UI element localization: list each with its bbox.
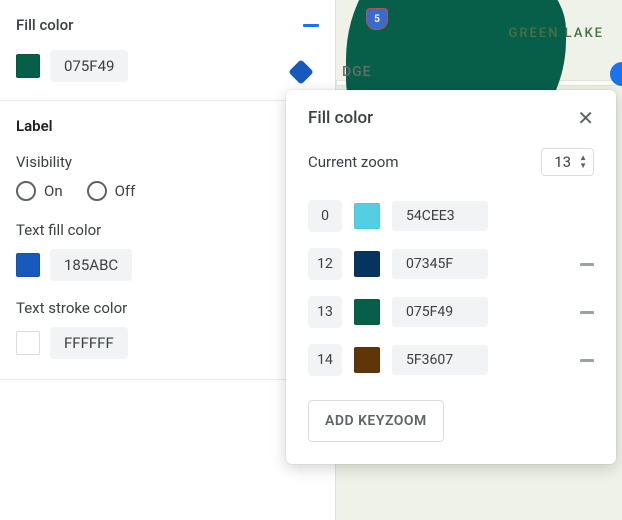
color-swatch[interactable] (16, 54, 40, 78)
keyzoom-zoom-level[interactable]: 14 (308, 344, 342, 376)
radio-icon (87, 181, 107, 201)
radio-icon (16, 181, 36, 201)
color-swatch[interactable] (354, 203, 380, 229)
current-zoom-label: Current zoom (308, 153, 399, 171)
keyzoom-row: 14 5F3607 (308, 344, 594, 376)
keyzoom-row: 0 54CEE3 (308, 200, 594, 232)
keyzoom-row: 12 07345F (308, 248, 594, 280)
hex-input[interactable]: FFFFFF (50, 327, 128, 359)
text-fill-color-field: Text fill color 185ABC (16, 221, 319, 281)
visibility-radio-group: On Off (16, 181, 319, 201)
close-icon[interactable]: ✕ (577, 108, 594, 128)
fill-color-section-header[interactable]: Fill color (0, 0, 335, 42)
hex-input[interactable]: 075F49 (50, 50, 128, 82)
keyzoom-list: 0 54CEE3 12 07345F 13 075F49 14 5F3607 (308, 200, 594, 376)
keyzoom-zoom-level[interactable]: 0 (308, 200, 342, 232)
current-zoom-value: 13 (554, 153, 571, 171)
popup-header: Fill color ✕ (308, 108, 594, 128)
remove-keyzoom-icon[interactable] (580, 359, 594, 362)
map-area-label-partial: DGE (342, 64, 372, 80)
hex-input[interactable]: 54CEE3 (392, 201, 488, 231)
fill-color-control: 075F49 (0, 42, 335, 100)
add-keyzoom-button[interactable]: ADD KEYZOOM (308, 400, 444, 442)
field-label: Text fill color (16, 221, 319, 239)
color-swatch[interactable] (354, 299, 380, 325)
remove-keyzoom-icon[interactable] (580, 263, 594, 266)
section-title: Fill color (16, 16, 73, 34)
visibility-off-option[interactable]: Off (87, 181, 136, 201)
current-zoom-stepper[interactable]: 13 ▲▼ (541, 148, 594, 176)
keyzoom-zoom-level[interactable]: 12 (308, 248, 342, 280)
radio-label: Off (115, 182, 136, 200)
field-label: Text stroke color (16, 299, 319, 317)
keyzoom-row: 13 075F49 (308, 296, 594, 328)
visibility-label: Visibility (16, 153, 319, 171)
color-swatch[interactable] (354, 251, 380, 277)
remove-keyzoom-icon[interactable] (580, 311, 594, 314)
hex-input[interactable]: 5F3607 (392, 345, 488, 375)
radio-label: On (44, 182, 63, 200)
fill-color-popup: Fill color ✕ Current zoom 13 ▲▼ 0 54CEE3 1… (286, 90, 616, 464)
current-zoom-row: Current zoom 13 ▲▼ (308, 148, 594, 176)
hex-input[interactable]: 07345F (392, 249, 488, 279)
stepper-arrows-icon[interactable]: ▲▼ (579, 154, 587, 170)
color-swatch[interactable] (16, 253, 40, 277)
keyzoom-zoom-level[interactable]: 13 (308, 296, 342, 328)
label-heading: Label (16, 117, 319, 135)
popup-title: Fill color (308, 108, 373, 128)
collapse-icon[interactable] (303, 24, 319, 27)
hex-input[interactable]: 185ABC (50, 249, 132, 281)
visibility-on-option[interactable]: On (16, 181, 63, 201)
color-swatch[interactable] (354, 347, 380, 373)
interstate-shield-icon: 5 (366, 8, 388, 30)
text-stroke-color-field: Text stroke color FFFFFF (16, 299, 319, 359)
map-area-label: GREEN LAKE (509, 26, 605, 41)
label-section: Label Visibility On Off Text fill color … (0, 100, 335, 380)
hex-input[interactable]: 075F49 (392, 297, 488, 327)
color-swatch[interactable] (16, 331, 40, 355)
